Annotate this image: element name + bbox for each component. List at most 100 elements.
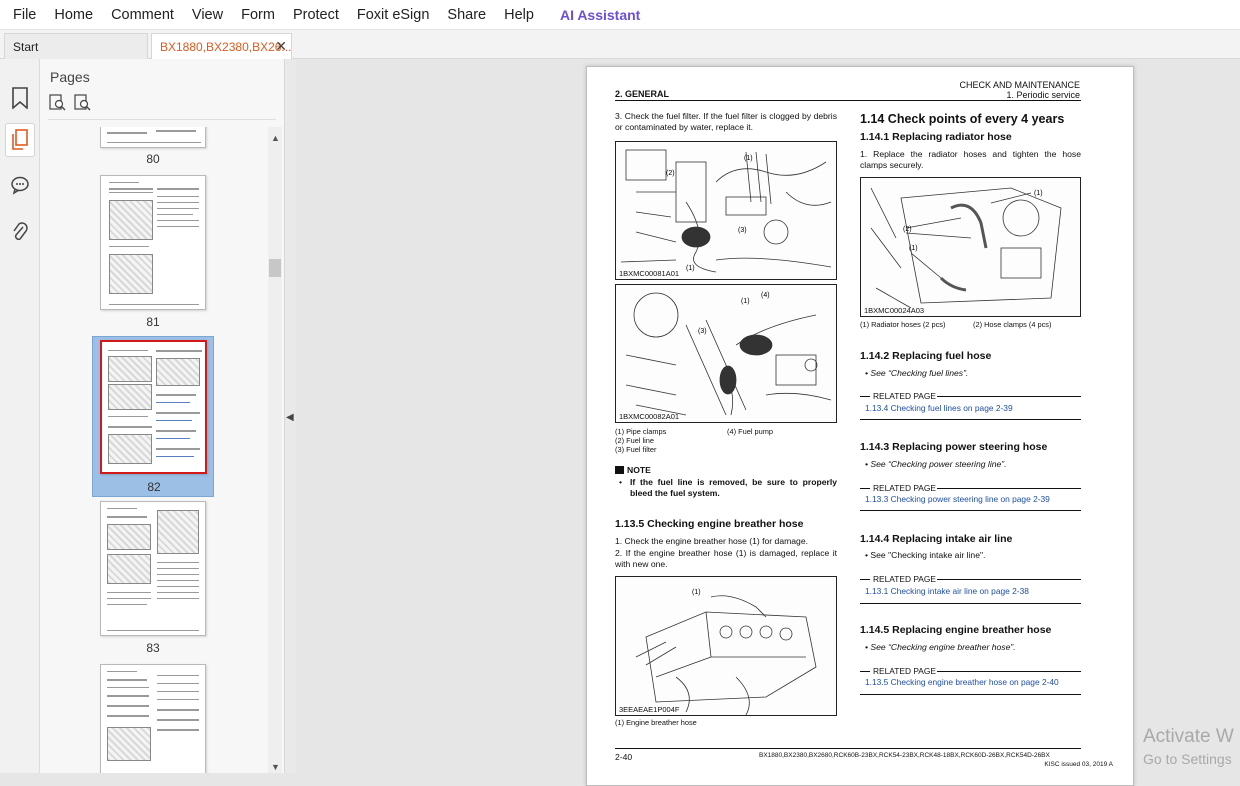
figure-legend-right: (4) Fuel pump bbox=[727, 427, 837, 436]
note-box: NOTE • If the fuel line is removed, be s… bbox=[615, 465, 837, 499]
bookmark-icon[interactable] bbox=[5, 81, 35, 115]
menu-foxit-esign[interactable]: Foxit eSign bbox=[348, 0, 439, 30]
menu-bar: File Home Comment View Form Protect Foxi… bbox=[0, 0, 1240, 30]
menu-file[interactable]: File bbox=[4, 0, 45, 30]
fuel-hose-text: • See “Checking fuel lines”. bbox=[865, 368, 969, 378]
note-heading: NOTE bbox=[615, 465, 837, 475]
footer-rule bbox=[615, 748, 1081, 749]
link-checking-fuel-lines[interactable]: 1.13.4 Checking fuel lines on page 2-39 bbox=[865, 403, 1013, 413]
collapse-arrow-icon[interactable]: ◀ bbox=[286, 412, 294, 423]
legend-item: (3) Fuel filter bbox=[615, 445, 657, 454]
thumbnail-81[interactable]: 81 bbox=[92, 175, 214, 335]
page-zoom-in-icon[interactable] bbox=[49, 94, 66, 116]
legend-item: (4) Fuel pump bbox=[727, 427, 774, 436]
radiator-hose-figure: (1) (2) (1) 1BXMC00024A03 bbox=[860, 177, 1081, 317]
breather-hose-figure: (1) 3EEAEAE1P004F bbox=[615, 576, 837, 716]
engine-drawing-icon: (2) (1) (3) (1) bbox=[620, 149, 832, 273]
thumbnail-83[interactable]: 83 bbox=[92, 501, 214, 661]
related-rule-right bbox=[937, 396, 1081, 397]
svg-text:(2): (2) bbox=[666, 170, 675, 177]
thumbnail-82[interactable]: 82 bbox=[92, 336, 214, 497]
page-header-left: 2. GENERAL bbox=[615, 89, 670, 99]
document-page: CHECK AND MAINTENANCE 1. Periodic servic… bbox=[586, 66, 1134, 786]
menu-share[interactable]: Share bbox=[438, 0, 495, 30]
section-title-1-14: 1.14 Check points of every 4 years bbox=[860, 112, 1065, 126]
link-checking-breather-hose[interactable]: 1.13.5 Checking engine breather hose on … bbox=[865, 677, 1059, 687]
scrollbar-thumb[interactable] bbox=[269, 259, 281, 277]
breather-figure-caption: (1) Engine breather hose bbox=[615, 718, 697, 727]
related-rule-left bbox=[860, 579, 870, 580]
related-rule-left bbox=[860, 396, 870, 397]
link-checking-power-steering[interactable]: 1.13.3 Checking power steering line on p… bbox=[865, 494, 1050, 504]
section-title-1-14-4: 1.14.4 Replacing intake air line bbox=[860, 533, 1013, 545]
close-icon[interactable]: ✕ bbox=[275, 38, 287, 55]
header-rule bbox=[615, 100, 1081, 101]
thumbnail-scrollbar[interactable] bbox=[268, 127, 282, 773]
thumbnail-label: 81 bbox=[146, 315, 160, 329]
tab-start[interactable]: Start bbox=[4, 33, 148, 59]
radiator-step-1: 1. Replace the radiator hoses and tighte… bbox=[860, 149, 1081, 170]
thumbnail-image bbox=[100, 340, 207, 474]
menu-protect[interactable]: Protect bbox=[284, 0, 348, 30]
page-number: 2-40 bbox=[615, 752, 633, 762]
section-title-1-13-5: 1.13.5 Checking engine breather hose bbox=[615, 518, 804, 530]
svg-text:(1): (1) bbox=[686, 265, 695, 272]
section-title-1-14-1: 1.14.1 Replacing radiator hose bbox=[860, 131, 1012, 143]
menu-form[interactable]: Form bbox=[232, 0, 284, 30]
step-1-text: 1. Check the engine breather hose (1) fo… bbox=[615, 536, 808, 546]
header-chapter: CHECK AND MAINTENANCE bbox=[959, 80, 1080, 90]
tab-start-label: Start bbox=[13, 39, 39, 54]
section-title-1-14-2: 1.14.2 Replacing fuel hose bbox=[860, 350, 992, 362]
scroll-up-icon[interactable]: ▲ bbox=[271, 133, 280, 143]
related-page-label: RELATED PAGE bbox=[873, 666, 936, 676]
tab-document[interactable]: BX1880,BX2380,BX26... ✕ bbox=[151, 33, 292, 59]
menu-ai-assistant[interactable]: AI Assistant bbox=[551, 0, 649, 30]
svg-text:(3): (3) bbox=[738, 227, 747, 234]
thumbnail-image bbox=[100, 127, 206, 148]
svg-text:(2): (2) bbox=[903, 226, 912, 233]
legend-item: (2) Fuel line bbox=[615, 436, 655, 445]
related-rule-bottom bbox=[860, 694, 1081, 695]
panel-divider bbox=[48, 119, 276, 120]
menu-comment[interactable]: Comment bbox=[102, 0, 183, 30]
section-title-1-14-3: 1.14.3 Replacing power steering hose bbox=[860, 441, 1048, 453]
panel-tools bbox=[49, 94, 91, 116]
link-checking-intake-air[interactable]: 1.13.1 Checking intake air line on page … bbox=[865, 586, 1029, 596]
svg-text:(1): (1) bbox=[741, 298, 750, 305]
header-section: 1. Periodic service bbox=[1006, 90, 1080, 100]
thumbnail-image bbox=[100, 175, 206, 310]
engine-drawing-icon: (1) (2) (1) bbox=[870, 187, 1062, 309]
step-3-text: 3. Check the fuel filter. If the fuel fi… bbox=[615, 111, 837, 132]
step-2-text: 2. If the engine breather hose (1) is da… bbox=[615, 548, 837, 569]
pages-icon[interactable] bbox=[5, 123, 35, 157]
menu-home[interactable]: Home bbox=[45, 0, 102, 30]
svg-text:(1): (1) bbox=[692, 589, 701, 596]
activation-watermark: Activate W bbox=[1143, 726, 1234, 747]
menu-help[interactable]: Help bbox=[495, 0, 543, 30]
related-page-label: RELATED PAGE bbox=[873, 483, 936, 493]
legend-item: (1) Pipe clamps bbox=[615, 427, 667, 436]
radiator-caption-1: (1) Radiator hoses (2 pcs) bbox=[860, 320, 946, 329]
comment-icon[interactable] bbox=[5, 168, 35, 202]
fuel-filter-figure-1: (2) (1) (3) (1) 1BXMC00081A01 bbox=[615, 141, 837, 280]
figure-legend-left: (1) Pipe clamps (2) Fuel line (3) Fuel f… bbox=[615, 427, 725, 454]
footer-issue: KISC issued 03, 2019 A bbox=[1044, 761, 1113, 768]
radiator-caption-2: (2) Hose clamps (4 pcs) bbox=[973, 320, 1052, 329]
menu-view[interactable]: View bbox=[183, 0, 232, 30]
thumbnail-list: 80 81 82 83 bbox=[40, 127, 268, 773]
breather-hose-text: • See “Checking engine breather hose”. bbox=[865, 642, 1016, 652]
related-rule-bottom bbox=[860, 510, 1081, 511]
related-rule-right bbox=[937, 488, 1081, 489]
related-rule-bottom bbox=[860, 603, 1081, 604]
page-zoom-out-icon[interactable] bbox=[74, 94, 91, 116]
scroll-down-icon[interactable]: ▼ bbox=[271, 762, 280, 772]
thumbnail-80[interactable]: 80 bbox=[92, 127, 214, 167]
related-rule-right bbox=[937, 579, 1081, 580]
left-rail bbox=[0, 59, 40, 773]
note-text: If the fuel line is removed, be sure to … bbox=[630, 477, 837, 498]
attachment-icon[interactable] bbox=[5, 215, 35, 249]
power-steering-text: • See “Checking power steering line”. bbox=[865, 459, 1007, 469]
tab-document-label: BX1880,BX2380,BX26... bbox=[160, 39, 292, 54]
thumbnail-84[interactable] bbox=[92, 664, 214, 773]
bullet-icon: • bbox=[619, 477, 623, 487]
